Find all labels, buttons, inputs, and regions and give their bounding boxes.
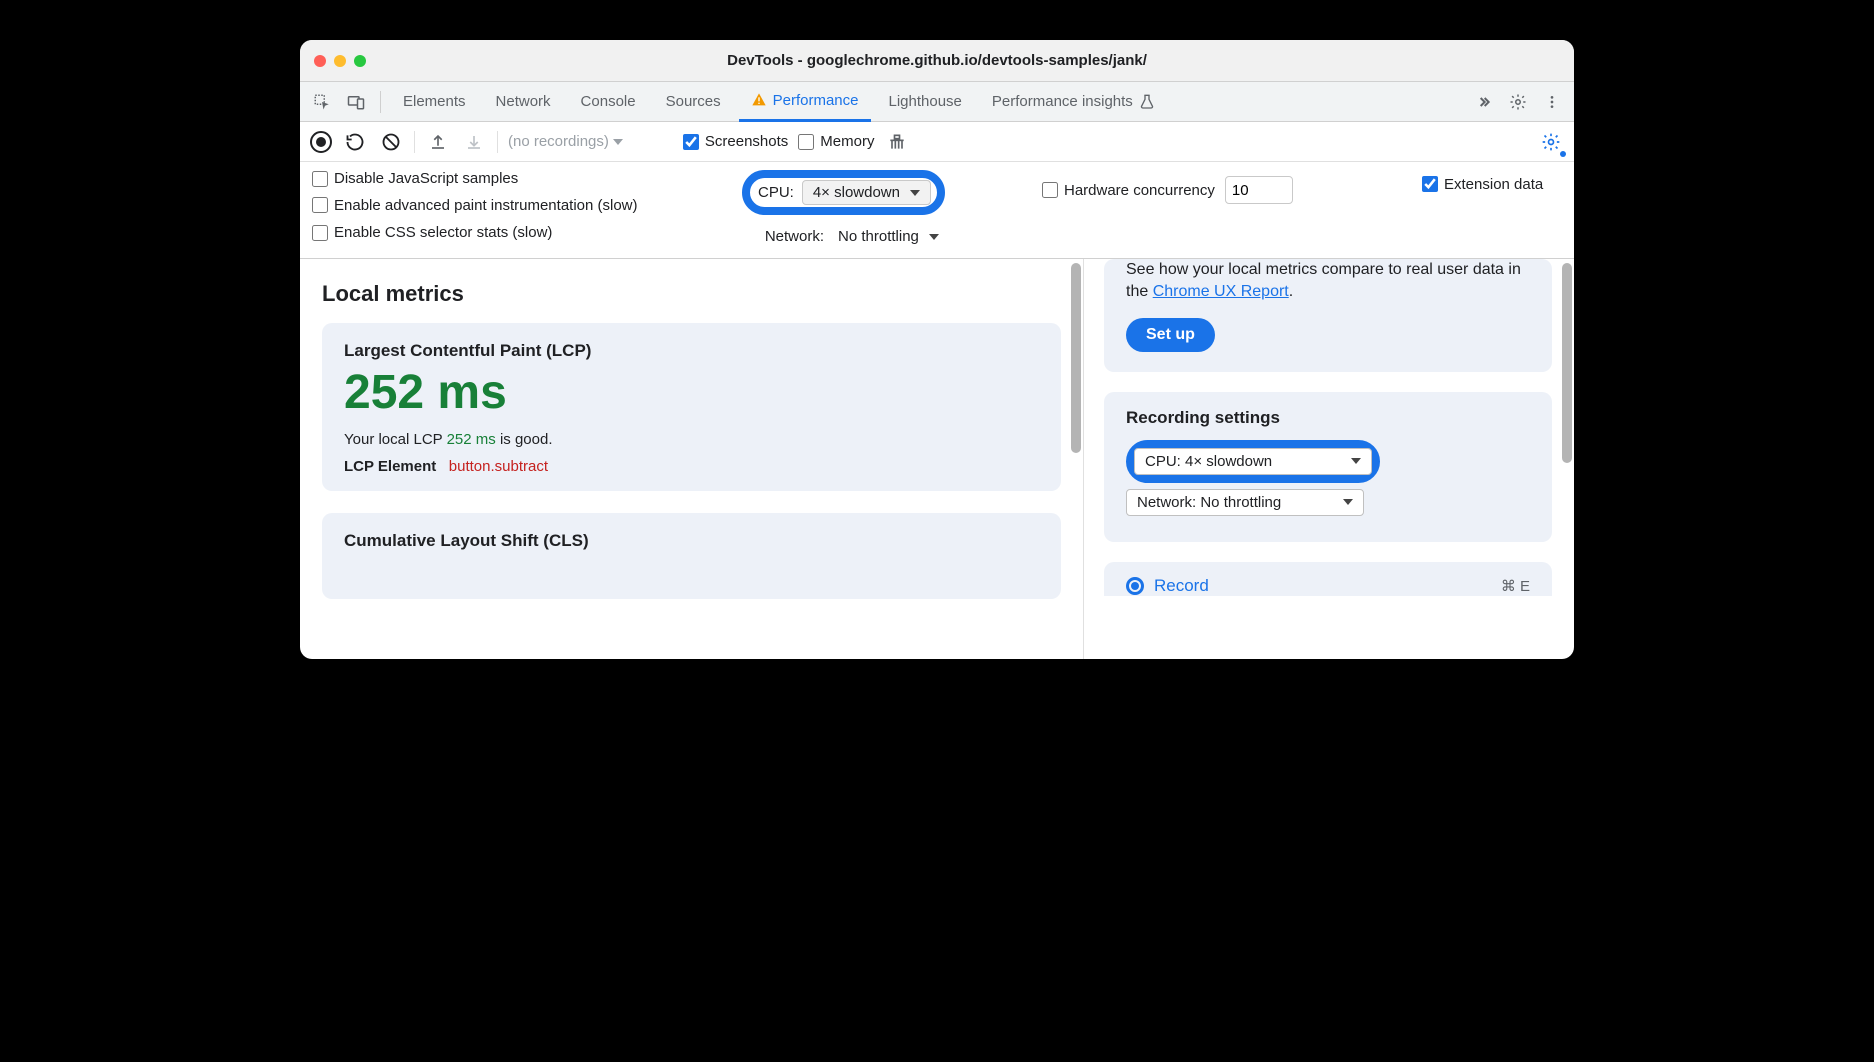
screenshots-label: Screenshots <box>705 133 788 150</box>
cls-card: Cumulative Layout Shift (CLS) <box>322 513 1061 599</box>
tab-sources[interactable]: Sources <box>654 82 733 122</box>
cpu-throttle-highlight-sidebar: CPU: 4× slowdown <box>1126 440 1380 483</box>
cpu-throttle-sidebar-value: CPU: 4× slowdown <box>1145 453 1272 470</box>
no-recordings-label: (no recordings) <box>508 133 609 150</box>
css-selector-stats-label: Enable CSS selector stats (slow) <box>334 224 552 241</box>
inspect-element-icon[interactable] <box>308 88 336 116</box>
save-profile-icon <box>461 129 487 155</box>
network-throttle-select-sidebar[interactable]: Network: No throttling <box>1126 489 1364 516</box>
divider <box>497 131 498 153</box>
flask-icon <box>1139 94 1155 110</box>
kebab-menu-icon[interactable] <box>1538 88 1566 116</box>
chevron-down-icon <box>929 234 939 240</box>
lcp-element-row: LCP Element button.subtract <box>344 458 1039 475</box>
memory-checkbox[interactable]: Memory <box>798 133 874 150</box>
panel-tabbar: Elements Network Console Sources Perform… <box>300 82 1574 122</box>
lcp-card: Largest Contentful Paint (LCP) 252 ms Yo… <box>322 323 1061 491</box>
warning-icon <box>751 92 767 108</box>
devtools-window: DevTools - googlechrome.github.io/devtoo… <box>300 40 1574 659</box>
local-metrics-panel: Local metrics Largest Contentful Paint (… <box>300 259 1084 659</box>
cpu-throttle-value: 4× slowdown <box>813 184 900 201</box>
tab-lighthouse[interactable]: Lighthouse <box>877 82 974 122</box>
memory-checkbox-input[interactable] <box>798 134 814 150</box>
tab-performance-insights[interactable]: Performance insights <box>980 82 1167 122</box>
clear-button[interactable] <box>378 129 404 155</box>
setup-button[interactable]: Set up <box>1126 318 1215 352</box>
memory-label: Memory <box>820 133 874 150</box>
capture-settings-gear-icon[interactable] <box>1538 129 1564 155</box>
advanced-paint-input[interactable] <box>312 197 328 213</box>
tab-insights-label: Performance insights <box>992 93 1133 110</box>
chevron-down-icon <box>910 190 920 196</box>
chevron-down-icon <box>613 139 623 145</box>
chevron-down-icon <box>1351 458 1361 464</box>
tab-network[interactable]: Network <box>484 82 563 122</box>
crux-report-link[interactable]: Chrome UX Report <box>1153 283 1289 300</box>
lcp-description: Your local LCP 252 ms is good. <box>344 431 1039 448</box>
divider <box>380 91 381 113</box>
record-button[interactable] <box>310 131 332 153</box>
scrollbar[interactable] <box>1562 263 1572 463</box>
content-area: Local metrics Largest Contentful Paint (… <box>300 259 1574 659</box>
window-title: DevTools - googlechrome.github.io/devtoo… <box>300 52 1574 69</box>
cpu-throttle-select-sidebar[interactable]: CPU: 4× slowdown <box>1134 448 1372 475</box>
right-sidebar: See how your local metrics compare to re… <box>1084 259 1574 659</box>
reload-button[interactable] <box>342 129 368 155</box>
local-metrics-heading: Local metrics <box>322 281 1061 307</box>
divider <box>414 131 415 153</box>
hardware-concurrency-checkbox[interactable]: Hardware concurrency <box>1042 182 1215 199</box>
disable-js-samples-checkbox[interactable]: Disable JavaScript samples <box>312 170 732 187</box>
tab-performance[interactable]: Performance <box>739 82 871 122</box>
extension-data-label: Extension data <box>1444 176 1543 193</box>
recording-settings-card: Recording settings CPU: 4× slowdown Netw… <box>1104 392 1552 542</box>
hardware-concurrency-label: Hardware concurrency <box>1064 182 1215 199</box>
recording-settings-heading: Recording settings <box>1126 408 1530 428</box>
cpu-label: CPU: <box>758 184 794 201</box>
field-data-card: See how your local metrics compare to re… <box>1104 259 1552 372</box>
advanced-paint-checkbox[interactable]: Enable advanced paint instrumentation (s… <box>312 197 732 214</box>
collect-garbage-icon[interactable] <box>884 129 910 155</box>
record-action-label[interactable]: Record <box>1154 576 1209 596</box>
hardware-concurrency-value-input[interactable] <box>1225 176 1293 204</box>
tab-performance-label: Performance <box>773 92 859 109</box>
network-throttle-value: No throttling <box>838 228 919 245</box>
network-throttle-sidebar-value: Network: No throttling <box>1137 494 1281 511</box>
cpu-throttle-select[interactable]: 4× slowdown <box>802 180 931 205</box>
tab-console[interactable]: Console <box>569 82 648 122</box>
extension-data-checkbox[interactable]: Extension data <box>1422 176 1574 193</box>
css-selector-stats-checkbox[interactable]: Enable CSS selector stats (slow) <box>312 224 732 241</box>
recordings-dropdown[interactable]: (no recordings) <box>508 133 623 150</box>
load-profile-icon[interactable] <box>425 129 451 155</box>
screenshots-checkbox-input[interactable] <box>683 134 699 150</box>
network-throttle-select[interactable]: No throttling <box>834 225 943 248</box>
cpu-throttle-highlight: CPU: 4× slowdown <box>742 170 945 215</box>
record-icon <box>1126 577 1144 595</box>
field-data-text: See how your local metrics compare to re… <box>1126 259 1530 304</box>
cls-title: Cumulative Layout Shift (CLS) <box>344 531 1039 551</box>
tab-elements[interactable]: Elements <box>391 82 478 122</box>
extension-data-input[interactable] <box>1422 176 1438 192</box>
scrollbar[interactable] <box>1071 263 1081 453</box>
hardware-concurrency-input[interactable] <box>1042 182 1058 198</box>
screenshots-checkbox[interactable]: Screenshots <box>683 133 788 150</box>
disable-js-samples-input[interactable] <box>312 171 328 187</box>
lcp-element-selector[interactable]: button.subtract <box>449 458 548 475</box>
titlebar: DevTools - googlechrome.github.io/devtoo… <box>300 40 1574 82</box>
disable-js-samples-label: Disable JavaScript samples <box>334 170 518 187</box>
lcp-value: 252 ms <box>344 369 1039 417</box>
advanced-paint-label: Enable advanced paint instrumentation (s… <box>334 197 638 214</box>
more-tabs-icon[interactable] <box>1470 88 1498 116</box>
chevron-down-icon <box>1343 499 1353 505</box>
device-toolbar-icon[interactable] <box>342 88 370 116</box>
lcp-title: Largest Contentful Paint (LCP) <box>344 341 1039 361</box>
network-label: Network: <box>742 228 824 245</box>
capture-settings-pane: Disable JavaScript samples Enable advanc… <box>300 162 1574 259</box>
css-selector-stats-input[interactable] <box>312 225 328 241</box>
record-shortcut: ⌘ E <box>1501 577 1530 595</box>
lcp-element-label: LCP Element <box>344 458 436 475</box>
performance-toolbar: (no recordings) Screenshots Memory <box>300 122 1574 162</box>
settings-gear-icon[interactable] <box>1504 88 1532 116</box>
record-action-card: Record ⌘ E <box>1104 562 1552 596</box>
